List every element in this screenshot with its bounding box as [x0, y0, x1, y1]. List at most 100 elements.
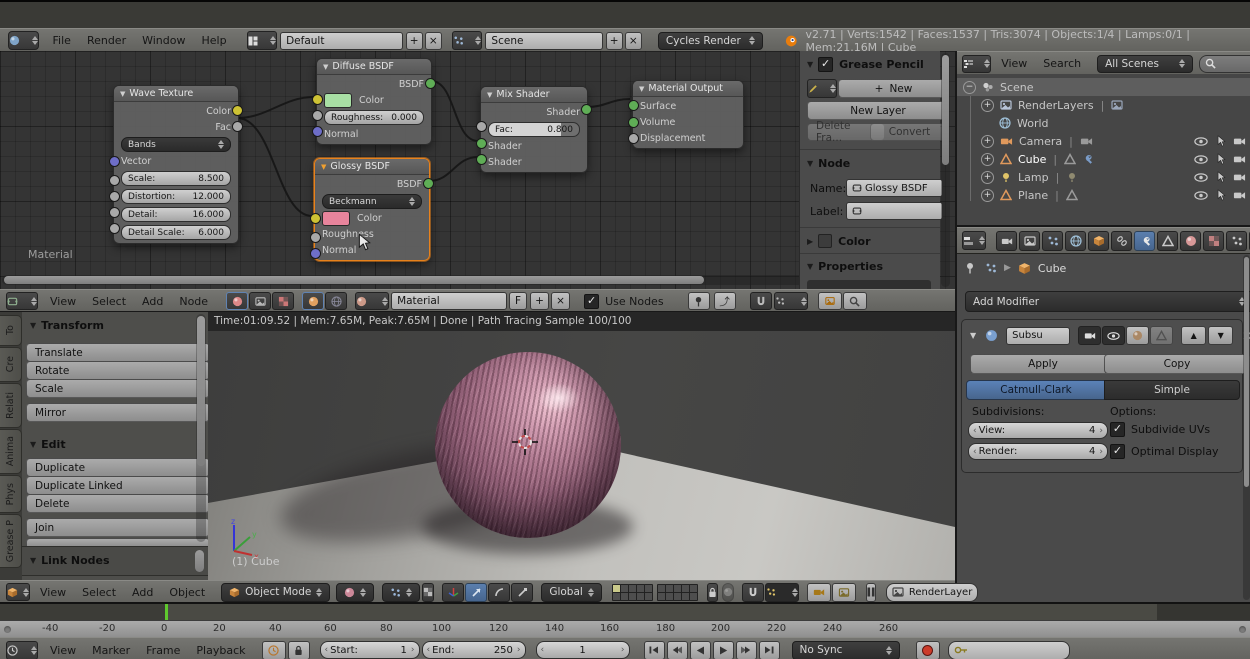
mode-dropdown[interactable]: Object Mode: [221, 583, 330, 602]
manipulator-rotate-button[interactable]: [488, 583, 510, 602]
selectability-cursor-icon[interactable]: [1217, 189, 1226, 201]
tab-material-icon[interactable]: [1180, 231, 1201, 251]
mix-fac-slider[interactable]: Fac:0.800: [488, 122, 580, 137]
node-material-output[interactable]: ▼Material Output Surface Volume Displace…: [632, 80, 744, 149]
socket-color-input[interactable]: [312, 94, 323, 105]
socket-scale-input[interactable]: [109, 175, 120, 186]
lock-frame-button[interactable]: [288, 641, 310, 659]
node-diffuse-bsdf[interactable]: ▼Diffuse BSDF BSDF Color Roughness:0.000…: [316, 58, 432, 145]
node-name-field[interactable]: Glossy BSDF: [846, 179, 943, 197]
edit-panel-title[interactable]: Edit: [41, 438, 65, 451]
selectability-cursor-icon[interactable]: [1217, 153, 1226, 165]
grease-pencil-new-button[interactable]: +New: [838, 79, 949, 98]
modifier-render-toggle[interactable]: [1078, 326, 1101, 345]
visibility-eye-icon[interactable]: [1194, 137, 1208, 146]
tab-render-icon[interactable]: [996, 231, 1017, 251]
node-hscrollbar-track[interactable]: [2, 275, 937, 285]
unlink-material-button[interactable]: ×: [551, 292, 570, 310]
node-label-field[interactable]: [846, 202, 943, 220]
transform-panel-title[interactable]: Transform: [41, 319, 104, 332]
manipulator-translate-button[interactable]: [465, 583, 487, 602]
collapse-icon[interactable]: ▼: [807, 159, 813, 168]
duplicate-linked-button[interactable]: Duplicate Linked: [26, 476, 210, 495]
selectability-cursor-icon[interactable]: [1217, 171, 1226, 183]
shader-nodes-toggle[interactable]: [226, 292, 248, 310]
expand-toggle[interactable]: +: [981, 99, 994, 112]
tab-constraints-icon[interactable]: [1111, 231, 1132, 251]
node-glossy-bsdf[interactable]: ▼Glossy BSDF BSDF Beckmann Color Roughne…: [314, 158, 430, 261]
shelf-tab-grease-pencil[interactable]: Grease P: [0, 514, 22, 568]
modifier-name-field[interactable]: Subsu: [1006, 327, 1070, 345]
modifier-viewport-toggle[interactable]: [1102, 326, 1125, 345]
collapse-icon[interactable]: ▼: [30, 556, 36, 565]
outliner-row-plane[interactable]: + Plane |: [957, 186, 1250, 204]
editor-type-info-button[interactable]: [8, 31, 39, 50]
subdivision-type-simple[interactable]: Simple: [1104, 380, 1240, 400]
shelf-tab-animation[interactable]: Anima: [0, 429, 22, 474]
editor-type-node-button[interactable]: [6, 292, 38, 310]
node-vscrollbar-track[interactable]: [941, 53, 950, 287]
play-reverse-button[interactable]: [690, 641, 711, 659]
tab-world-icon[interactable]: [1065, 231, 1086, 251]
outliner-row-cube[interactable]: + Cube |: [957, 150, 1250, 168]
modifier-move-up-button[interactable]: ▲: [1181, 326, 1206, 345]
shelf-tab-tools[interactable]: To: [0, 315, 22, 346]
screen-layout-icon-button[interactable]: [247, 31, 278, 50]
socket-roughness-input[interactable]: [310, 232, 321, 243]
jump-to-end-button[interactable]: [759, 641, 780, 659]
expand-icon[interactable]: ▶: [807, 237, 813, 246]
material-datablock-dropdown[interactable]: [355, 292, 389, 310]
wave-bands-dropdown[interactable]: Bands: [121, 137, 231, 152]
go-to-parent-button[interactable]: ⤴: [714, 292, 736, 310]
outliner-row-renderlayers[interactable]: + RenderLayers |: [957, 96, 1250, 114]
delete-button[interactable]: Delete: [26, 494, 210, 513]
convert-button[interactable]: Convert: [870, 123, 949, 141]
menu-frame[interactable]: Frame: [146, 644, 180, 657]
link-nodes-panel-header[interactable]: ▼ Link Nodes: [22, 546, 208, 576]
manipulator-toggle-button[interactable]: [442, 583, 464, 602]
mirror-button[interactable]: Mirror: [26, 403, 210, 422]
socket-color-input[interactable]: [310, 213, 321, 224]
menu-view[interactable]: View: [1001, 57, 1027, 70]
pivot-align-toggle[interactable]: [422, 583, 434, 602]
sync-mode-dropdown[interactable]: No Sync: [792, 641, 900, 659]
socket-color-output[interactable]: [232, 105, 243, 116]
screen-layout-name-field[interactable]: Default: [280, 32, 403, 50]
shelf-vscrollbar-thumb[interactable]: [197, 316, 205, 466]
expand-toggle[interactable]: +: [981, 189, 994, 202]
link-nodes-scroll-pill[interactable]: [195, 550, 204, 572]
rotate-button[interactable]: Rotate: [26, 361, 210, 380]
join-button[interactable]: Join: [26, 518, 210, 537]
use-nodes-checkbox[interactable]: ✓: [584, 294, 599, 309]
editor-type-properties-button[interactable]: [962, 231, 986, 250]
outliner-row-scene[interactable]: − Scene: [957, 78, 1250, 96]
node-mix-shader[interactable]: ▼Mix Shader Shader Fac:0.800 Shader Shad…: [480, 86, 588, 173]
menu-marker[interactable]: Marker: [92, 644, 130, 657]
modifier-move-down-button[interactable]: ▼: [1208, 326, 1233, 345]
backdrop-zoom-button[interactable]: [843, 292, 867, 310]
compositing-nodes-toggle[interactable]: [249, 292, 271, 310]
expand-toggle[interactable]: +: [981, 135, 994, 148]
snap-toggle-button[interactable]: [750, 292, 772, 310]
delete-scene-button[interactable]: ×: [625, 32, 642, 50]
manipulator-scale-button[interactable]: [511, 583, 533, 602]
subdivide-uvs-checkbox[interactable]: ✓: [1110, 422, 1125, 437]
renderability-camera-icon[interactable]: [1233, 172, 1246, 182]
grease-pencil-datablock-dropdown[interactable]: [807, 79, 837, 98]
render-engine-dropdown[interactable]: Cycles Render: [658, 32, 763, 50]
socket-fac-output[interactable]: [232, 121, 243, 132]
glossy-distribution-dropdown[interactable]: Beckmann: [322, 194, 422, 209]
menu-select[interactable]: Select: [92, 295, 126, 308]
render-layer-dropdown[interactable]: RenderLayer: [886, 583, 978, 602]
socket-normal-input[interactable]: [310, 248, 321, 259]
optimal-display-checkbox[interactable]: ✓: [1110, 444, 1125, 459]
outliner-row-lamp[interactable]: + Lamp |: [957, 168, 1250, 186]
renderability-camera-icon[interactable]: [1233, 136, 1246, 146]
next-keyframe-button[interactable]: [736, 641, 757, 659]
rendered-scene[interactable]: z y x (1) Cube: [208, 331, 955, 581]
opengl-render-anim-button[interactable]: [832, 583, 856, 602]
selectability-cursor-icon[interactable]: [1217, 135, 1226, 147]
expand-toggle[interactable]: +: [981, 153, 994, 166]
editor-type-3dview-button[interactable]: [6, 583, 30, 601]
current-frame-marker[interactable]: [165, 604, 168, 620]
